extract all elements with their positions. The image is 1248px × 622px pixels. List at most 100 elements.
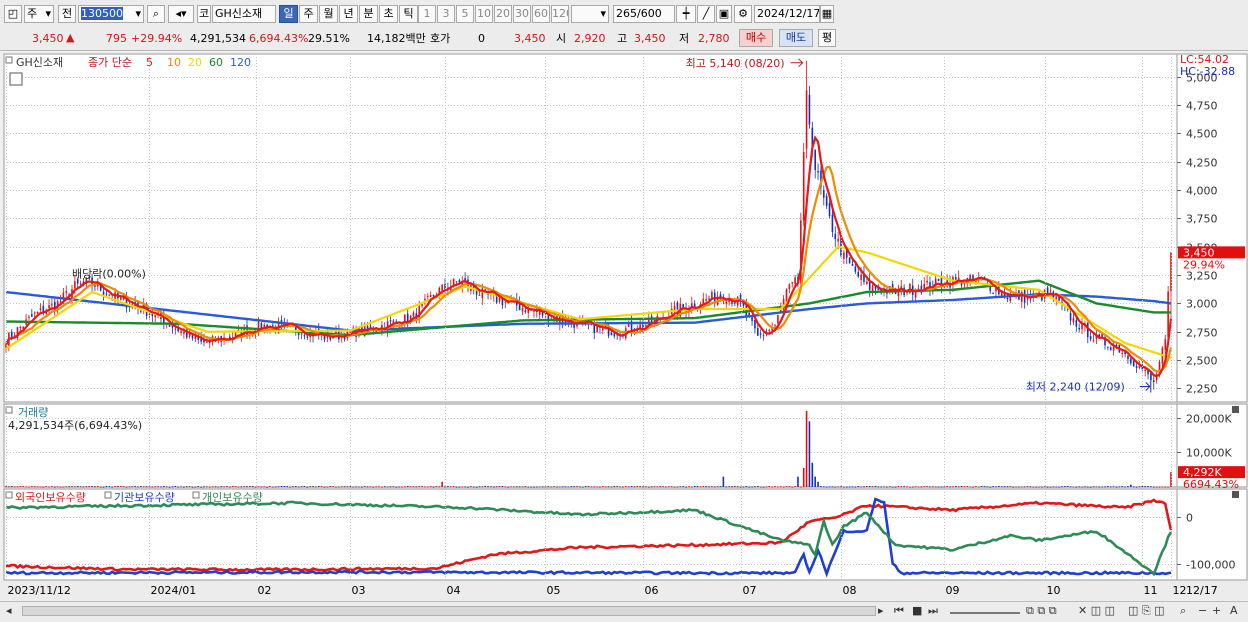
hoga-price: 3,450 (514, 32, 546, 45)
scroll-left-icon[interactable]: ◂ (6, 604, 12, 617)
interval-input[interactable]: ▾ (571, 5, 609, 23)
interval-60[interactable]: 60 (532, 5, 550, 23)
zoom-slider[interactable] (950, 606, 1020, 614)
tab-6[interactable]: 틱 (399, 5, 418, 23)
volume-bar (518, 486, 521, 488)
candle (1121, 353, 1124, 355)
volume-bar (1086, 486, 1089, 488)
volume-bar (619, 486, 621, 488)
interval-3[interactable]: 3 (437, 5, 455, 23)
volume-bar (317, 486, 320, 488)
volume-bar (1049, 486, 1052, 488)
volume-bar (42, 486, 45, 488)
volume-bar (229, 486, 231, 488)
volume-bar (97, 486, 99, 488)
zoom-icon[interactable]: ⌕ (1180, 604, 1186, 617)
volume-bar (185, 486, 188, 488)
volume-bar (108, 486, 111, 488)
horizontal-scrollbar[interactable] (22, 606, 876, 616)
volume-bar (99, 486, 102, 488)
volume-bar (1020, 486, 1023, 488)
gear-icon[interactable]: ⚙ (734, 5, 752, 23)
holding-tick-label: 0 (1186, 512, 1193, 525)
tab-0[interactable]: 일 (279, 5, 298, 23)
volume-bar (223, 486, 225, 488)
interval-5[interactable]: 5 (456, 5, 474, 23)
cross-icon[interactable]: ✕ ◫ ◫ (1078, 604, 1115, 617)
window-menu-icon[interactable]: ◰ (4, 5, 22, 23)
volume-bar (653, 486, 656, 488)
volume-bar (797, 476, 799, 487)
volume-bar (759, 486, 762, 488)
candle (817, 171, 819, 173)
volume-bar (1138, 486, 1141, 488)
average-button[interactable]: 평 (818, 29, 836, 47)
save-icon[interactable]: ▣ (716, 5, 732, 23)
volume-value: 4,291,534 (190, 32, 246, 45)
tab-3[interactable]: 년 (339, 5, 358, 23)
stock-name-field[interactable]: GH신소재 (212, 5, 276, 23)
volume-bar (404, 486, 406, 488)
date-input[interactable]: 2024/12/17 (754, 5, 820, 23)
volume-bar (91, 486, 93, 488)
tab-2[interactable]: 월 (319, 5, 338, 23)
scroll-right-icon[interactable]: ▸ (878, 604, 884, 617)
volume-bar (257, 486, 260, 488)
stock-code-input[interactable]: 130500 ▾ (78, 5, 144, 23)
volume-bar (389, 486, 392, 488)
layout-icon[interactable]: ⧉ ⧉ ⧉ (1026, 604, 1057, 617)
forward-icon[interactable]: ⏭ (928, 604, 938, 617)
interval-120[interactable]: 120 (551, 5, 569, 23)
prev-button[interactable]: 전 (58, 5, 76, 23)
stock-chart[interactable]: 5,0004,7504,5004,2504,0003,7503,5003,250… (0, 51, 1248, 601)
x-tick-label: 08 (843, 584, 857, 597)
volume-bar (705, 486, 707, 488)
candle (180, 330, 182, 333)
candle (541, 312, 544, 316)
count-field[interactable]: 265/600 (613, 5, 675, 23)
volume-bar (604, 486, 607, 488)
volume-bar (1012, 486, 1014, 488)
zoom-in-icon[interactable]: + (1212, 604, 1221, 617)
period-select[interactable]: 주 ▾ (24, 5, 54, 23)
sell-button[interactable]: 매도 (779, 29, 813, 47)
interval-30[interactable]: 30 (513, 5, 531, 23)
volume-bar (713, 486, 716, 488)
volume-bar (85, 486, 88, 488)
interval-10[interactable]: 10 (475, 5, 493, 23)
tab-4[interactable]: 분 (359, 5, 378, 23)
speaker-icon[interactable]: ◂▾ (168, 5, 194, 23)
zoom-out-icon[interactable]: − (1198, 604, 1207, 617)
search-icon[interactable]: ⌕ (147, 5, 165, 23)
tab-5[interactable]: 초 (379, 5, 398, 23)
line-tool-icon[interactable]: ╱ (697, 5, 715, 23)
volume-bar (280, 485, 283, 487)
font-size-icon[interactable]: A (1230, 604, 1238, 617)
volume-bar (490, 486, 492, 488)
legend-ma-label: 종가 단순 (88, 56, 132, 69)
volume-bar (332, 486, 334, 488)
interval-1[interactable]: 1 (418, 5, 436, 23)
volume-summary: 4,291,534주(6,694.43%) (8, 419, 142, 432)
candle (1130, 358, 1132, 364)
volume-bar (401, 486, 403, 488)
tab-1[interactable]: 주 (299, 5, 318, 23)
volume-bar (355, 486, 357, 488)
volume-bar (553, 486, 555, 488)
tools-icon[interactable]: ◫ ⎘ ◫ (1128, 604, 1165, 617)
quote-bar: 3,450 ▲ 795 +29.94% 4,291,534 6,694.43% … (0, 28, 1248, 51)
volume-bar (326, 486, 329, 488)
volume-bar (117, 486, 119, 488)
legend-ma-120: 120 (230, 56, 251, 69)
candle-icon[interactable]: ┿ (676, 5, 696, 23)
volume-bar (742, 486, 745, 488)
volume-bar (346, 486, 349, 488)
stop-icon[interactable]: ■ (912, 604, 922, 617)
volume-bar (521, 486, 524, 488)
interval-20[interactable]: 20 (494, 5, 512, 23)
rewind-icon[interactable]: ⏮ (894, 604, 904, 617)
volume-bar (461, 486, 464, 488)
calendar-icon[interactable]: ▦ (820, 5, 834, 23)
volume-bar (561, 486, 564, 488)
buy-button[interactable]: 매수 (739, 29, 773, 47)
